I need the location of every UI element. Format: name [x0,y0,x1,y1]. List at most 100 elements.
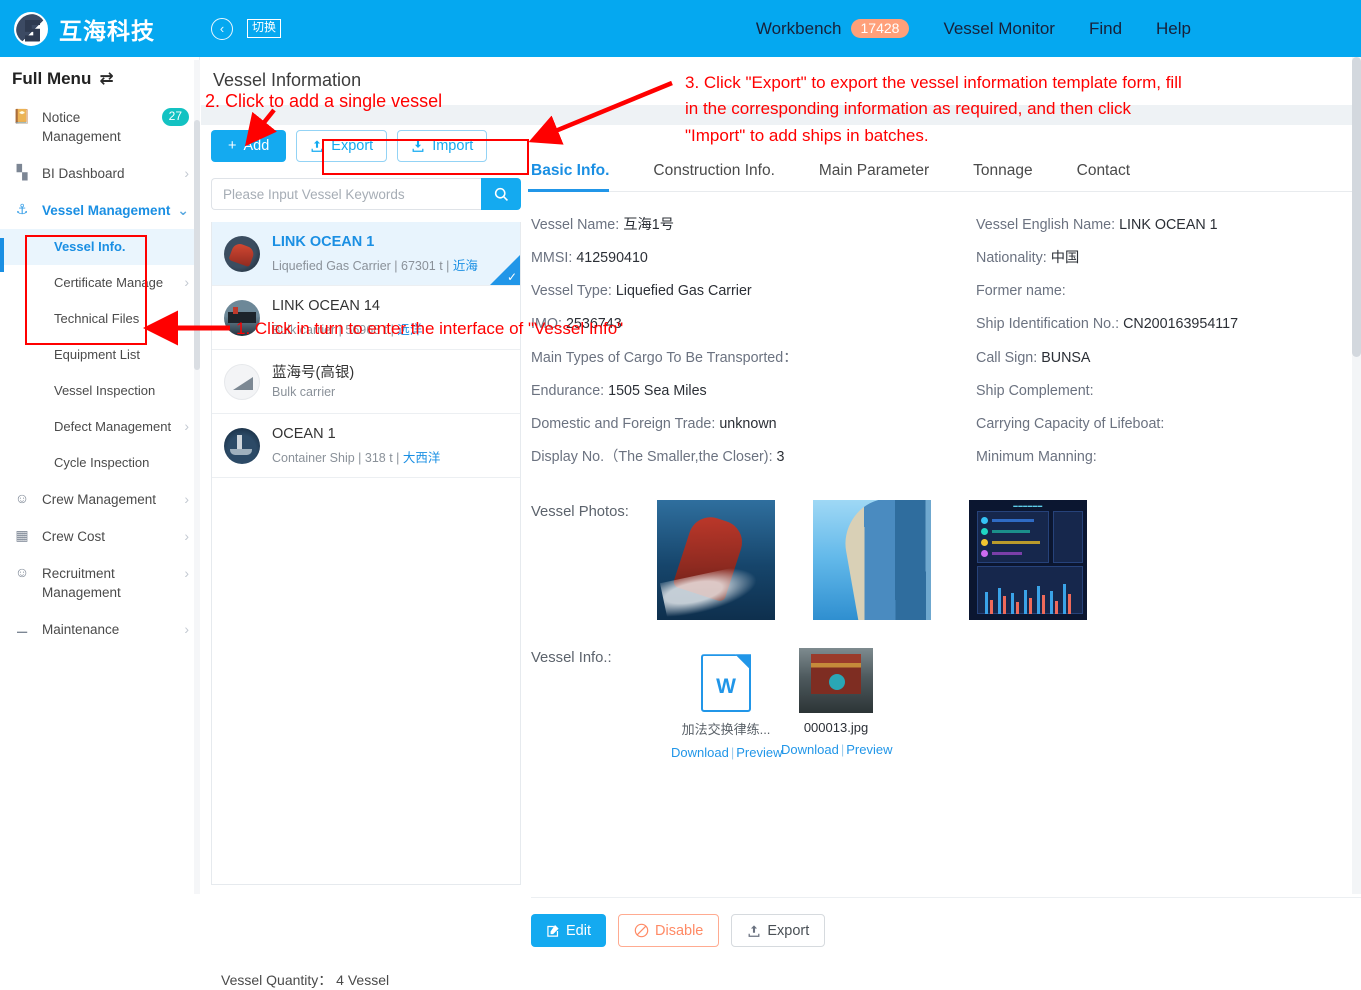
vessel-info-label: Vessel Info.: [531,650,612,667]
field-mmsi: MMSI: 412590410 [531,242,976,275]
download-link[interactable]: Download [671,745,729,760]
field-label: Carrying Capacity of Lifeboat: [976,415,1165,432]
check-icon: ✓ [506,270,517,284]
field-label: Vessel English Name: [976,217,1116,233]
list-action-bar: + Add Export Import [211,130,521,162]
download-link[interactable]: Download [781,742,839,757]
basic-info-fields: Vessel Name: 互海1号 MMSI: 412590410 Vessel T… [531,192,1361,474]
sidebar-subitem-label: Technical Files [54,311,140,326]
vessel-avatar [224,235,260,272]
swap-horizontal-icon[interactable]: ⇄ [99,69,113,89]
edit-button-label: Edit [566,922,591,939]
ban-icon [634,923,649,938]
sidebar-item-label: Maintenance [42,622,120,637]
sidebar-subitem-label: Defect Management [54,419,172,434]
export-detail-button[interactable]: Export [731,914,826,947]
vessel-name: LINK OCEAN 1 [272,234,375,251]
sidebar: Full Menu ⇄ 📔 Notice Management 27 ▚ BI … [0,57,200,894]
workbench-label: Workbench [755,18,842,38]
annotation-step-3: 3. Click "Export" to export the vessel i… [685,73,1182,145]
field-label: Vessel Type: [531,283,612,300]
vessel-aerial-photo[interactable] [657,500,775,621]
sidebar-scrollbar[interactable] [194,60,200,894]
sidebar-item-technical-files[interactable]: Technical Files [0,301,199,337]
field-value: Liquefied Gas Carrier [615,283,752,300]
import-button[interactable]: Import [397,130,488,162]
full-menu-label: Full Menu [12,69,92,88]
field-label: Display No.（The Smaller,the Closer): [531,449,773,466]
field-ship-identification-no: Ship Identification No.: CN200163954117 [976,308,1361,341]
sidebar-item-crew-cost[interactable]: ▦ Crew Cost › [0,518,199,555]
chevron-right-icon: › [184,274,189,290]
tab-construction-info[interactable]: Construction Info. [653,162,774,191]
sidebar-item-notice-management[interactable]: 📔 Notice Management 27 [0,99,199,155]
field-value: 互海1号 [623,217,675,233]
add-vessel-button[interactable]: + Add [211,130,287,162]
hammer-icon: ⚊ [15,620,29,636]
sidebar-item-equipment-list[interactable]: Equipment List [0,337,199,373]
vessel-photos-label: Vessel Photos: [531,504,629,521]
chevron-right-icon: › [184,491,189,507]
sidebar-item-maintenance[interactable]: ⚊ Maintenance › [0,611,199,648]
attachment-item[interactable]: W 加法交换律练... Download | Preview [671,648,782,760]
vessel-detail-panel: Basic Info. Construction Info. Main Para… [527,152,1361,951]
download-icon [412,140,424,152]
tab-contact[interactable]: Contact [1077,162,1130,191]
edit-pencil-icon [547,924,559,937]
field-value: BUNSA [1041,349,1091,366]
field-value: 中国 [1050,250,1080,267]
field-value: LINK OCEAN 1 [1119,217,1218,233]
sidebar-scrollbar-thumb[interactable] [194,120,200,370]
brand-logo[interactable]: 互海科技 [14,11,155,46]
disable-button[interactable]: Disable [618,914,720,947]
nav-item-find[interactable]: Find [1089,19,1122,39]
sidebar-item-label: Notice Management [42,110,121,144]
preview-link[interactable]: Preview [846,742,892,757]
field-value: CN200163954117 [1123,316,1239,333]
search-button[interactable] [481,178,521,210]
list-item[interactable]: 蓝海号(高银) Bulk carrier [212,350,520,414]
field-vessel-english-name: Vessel English Name: LINK OCEAN 1 [976,209,1361,242]
list-item[interactable]: OCEAN 1 Container Ship | 318 t | 大西洋 [212,414,520,478]
export-button[interactable]: Export [296,130,388,162]
sidebar-item-vessel-inspection[interactable]: Vessel Inspection [0,373,199,409]
preview-link[interactable]: Preview [736,745,782,760]
sidebar-item-vessel-management[interactable]: ⚓ Vessel Management ⌄ [0,192,199,229]
nav-item-vessel-monitor[interactable]: Vessel Monitor [943,19,1055,39]
field-label: Endurance: [531,382,605,399]
sidebar-item-cycle-inspection[interactable]: Cycle Inspection [0,445,199,481]
sidebar-item-certificate-manage[interactable]: Certificate Manage › [0,265,199,301]
sidebar-item-defect-management[interactable]: Defect Management › [0,409,199,445]
image-thumbnail [799,648,873,714]
sidebar-item-recruitment-management[interactable]: ☺ Recruitment Management › [0,555,199,611]
field-label: MMSI: [531,250,573,267]
arrow-left-circle-icon[interactable]: ‹ [211,17,233,40]
nav-item-workbench[interactable]: Workbench 17428 [756,19,910,39]
page-scrollbar-thumb[interactable] [1352,57,1361,357]
nav-item-help[interactable]: Help [1156,19,1191,39]
tab-tonnage[interactable]: Tonnage [973,162,1032,191]
vessel-list-panel: + Add Export Import Please Input Vessel … [211,130,521,988]
search-input[interactable] [211,178,481,210]
sidebar-item-crew-management[interactable]: ☺ Crew Management › [0,481,199,518]
vessel-avatar [224,427,260,464]
building-photo[interactable] [813,500,931,621]
sidebar-item-vessel-info[interactable]: Vessel Info. [0,229,199,265]
field-vessel-name: Vessel Name: 互海1号 [531,209,976,242]
switch-language-button[interactable]: 切换 [247,19,282,38]
tab-basic-info[interactable]: Basic Info. [527,162,610,192]
tab-main-parameter[interactable]: Main Parameter [819,162,929,191]
fields-right-column: Vessel English Name: LINK OCEAN 1 Nationa… [976,209,1361,474]
sidebar-item-bi-dashboard[interactable]: ▚ BI Dashboard › [0,155,199,192]
list-item[interactable]: LINK OCEAN 1 Liquefied Gas Carrier | 673… [212,222,520,286]
sidebar-subitem-label: Equipment List [54,347,140,362]
full-menu-header[interactable]: Full Menu ⇄ [0,57,199,99]
field-minimum-manning: Minimum Manning: [976,441,1361,474]
chevron-right-icon: › [184,565,189,581]
page-scrollbar[interactable] [1352,57,1361,894]
attachment-name: 000013.jpg [803,720,869,736]
attachment-item[interactable]: 000013.jpg Download | Preview [781,648,892,760]
edit-button[interactable]: Edit [531,914,606,947]
search-icon [494,187,508,201]
dashboard-screenshot[interactable]: ▬▬▬▬▬▬ [969,500,1087,621]
